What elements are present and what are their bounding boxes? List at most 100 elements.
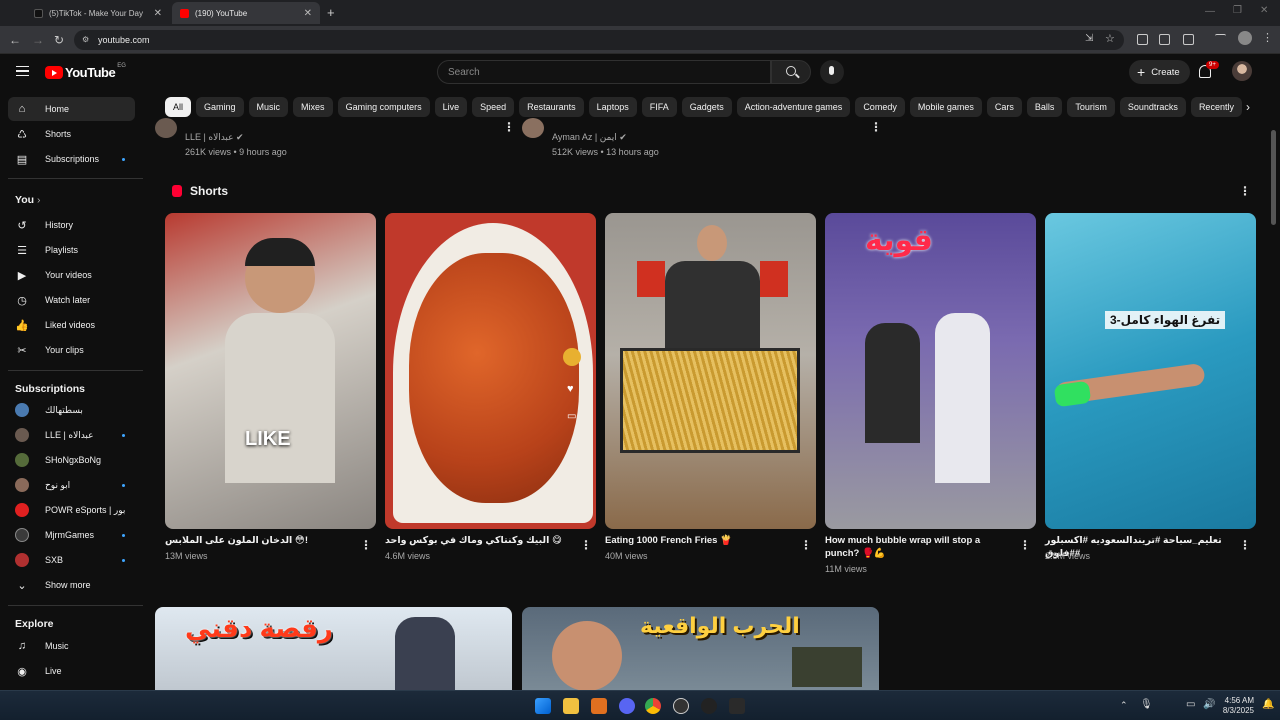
filter-chip[interactable]: Cars [986, 97, 1022, 117]
more-options-icon[interactable]: ⋮ [503, 120, 515, 134]
short-title[interactable]: البيك وكنتاكي وماك في بوكس واحد 😋 [385, 534, 575, 547]
sidebar-subscription[interactable]: POWR eSports | بور [8, 498, 135, 522]
more-options-icon[interactable]: ⋮ [1019, 538, 1031, 552]
sidebar-item-watch-later[interactable]: ◷ Watch later [8, 288, 135, 312]
short-title[interactable]: Eating 1000 French Fries 🍟 [605, 534, 795, 547]
you-heading[interactable]: You › [15, 194, 40, 206]
file-explorer-icon[interactable] [563, 698, 579, 714]
network-icon[interactable]: ▭ [1186, 699, 1195, 710]
voice-search-button[interactable] [820, 60, 844, 84]
profile-icon[interactable] [1238, 31, 1252, 45]
notification-center-icon[interactable]: 🔔 [1262, 699, 1274, 710]
create-button[interactable]: + Create [1129, 60, 1190, 84]
more-options-icon[interactable]: ⋮ [360, 538, 372, 552]
sidebar-item-music[interactable]: ♫ Music [8, 634, 135, 658]
more-options-icon[interactable]: ⋮ [800, 538, 812, 552]
maximize-icon[interactable]: ❐ [1233, 5, 1242, 16]
sidebar-subscription[interactable]: LLE | عبدالاه [8, 423, 135, 447]
filter-chip[interactable]: Soundtracks [1119, 97, 1186, 117]
sidebar-item-liked-videos[interactable]: 👍 Liked videos [8, 313, 135, 337]
channel-avatar[interactable] [155, 118, 177, 138]
back-icon[interactable]: ← [9, 33, 21, 47]
sidebar-item-playlists[interactable]: ☰ Playlists [8, 238, 135, 262]
filter-chip[interactable]: FIFA [641, 97, 677, 117]
media-control-icon[interactable] [1215, 34, 1226, 45]
reload-icon[interactable]: ↻ [54, 33, 64, 47]
filter-chip[interactable]: Music [248, 97, 289, 117]
short-title[interactable]: الدخان الملون على الملابس 😳! [165, 534, 355, 547]
steam-icon[interactable] [701, 698, 717, 714]
sidebar-subscription[interactable]: بسطتهالك [8, 398, 135, 422]
window-close-icon[interactable]: ✕ [1260, 5, 1268, 16]
extensions-puzzle-icon[interactable] [1183, 34, 1194, 45]
filter-chip[interactable]: Mobile games [909, 97, 982, 117]
search-button[interactable] [771, 60, 811, 84]
channel-name[interactable]: Ayman Az | ايمن ✔ [552, 132, 627, 143]
filter-chip[interactable]: Gadgets [681, 97, 732, 117]
forward-icon[interactable]: → [32, 33, 44, 47]
filter-chip[interactable]: Live [434, 97, 468, 117]
sidebar-item-live[interactable]: ◉ Live [8, 659, 135, 683]
youtube-logo[interactable]: YouTube EG [45, 63, 126, 80]
more-options-icon[interactable]: ⋮ [580, 538, 592, 552]
sidebar-item-shorts[interactable]: ♺ Shorts [8, 122, 135, 146]
discord-icon[interactable] [619, 698, 635, 714]
app-icon[interactable] [673, 698, 689, 714]
video-thumbnail[interactable]: رقصة دقني [155, 607, 512, 690]
channel-name[interactable]: LLE | عبدالاه ✔ [185, 132, 244, 143]
filter-chip[interactable]: Restaurants [519, 97, 584, 117]
filter-chip[interactable]: Gaming computers [337, 97, 430, 117]
microphone-icon[interactable]: 🎙 [1140, 699, 1153, 710]
account-avatar[interactable] [1232, 61, 1252, 81]
epic-games-icon[interactable] [729, 698, 745, 714]
minimize-icon[interactable]: — [1205, 6, 1215, 17]
show-more-button[interactable]: ⌄ Show more [8, 573, 135, 597]
filter-chip[interactable]: Tourism [1067, 97, 1115, 117]
more-options-icon[interactable]: ⋮ [1239, 184, 1251, 198]
filter-chip[interactable]: Laptops [588, 97, 637, 117]
short-thumbnail[interactable] [605, 213, 816, 529]
filter-chip[interactable]: Action-adventure games [736, 97, 851, 117]
sidebar-item-history[interactable]: ↺ History [8, 213, 135, 237]
new-tab-button[interactable]: + [327, 5, 335, 20]
filter-chip[interactable]: All [165, 97, 192, 117]
sidebar-item-your-videos[interactable]: ▶ Your videos [8, 263, 135, 287]
search-input[interactable]: Search [437, 60, 771, 84]
tab-tiktok[interactable]: (5)TikTok - Make Your Day ✕ [26, 2, 170, 24]
chevron-right-icon[interactable]: › [1246, 100, 1250, 114]
tab-youtube[interactable]: (190) YouTube ✕ [172, 2, 320, 24]
filter-chip[interactable]: Balls [1026, 97, 1063, 117]
close-tab-icon[interactable]: ✕ [154, 8, 162, 19]
menu-icon[interactable] [16, 66, 29, 76]
sidebar-subscription[interactable]: SXB [8, 548, 135, 572]
install-icon[interactable]: ⇲ [1085, 33, 1093, 44]
windows-start-icon[interactable] [535, 698, 551, 714]
sidebar-subscription[interactable]: ابو نوح [8, 473, 135, 497]
channel-avatar[interactable] [522, 118, 544, 138]
filter-chip[interactable]: Recently [1190, 97, 1242, 117]
browser-menu-icon[interactable]: ⋮ [1262, 31, 1273, 44]
filter-chip[interactable]: Mixes [293, 97, 333, 117]
video-thumbnail[interactable]: الحرب الواقعية [522, 607, 879, 690]
system-clock[interactable]: 4:56 AM 8/3/2025 [1223, 696, 1254, 716]
sidebar-item-subscriptions[interactable]: ▤ Subscriptions [8, 147, 135, 171]
short-title[interactable]: How much bubble wrap will stop a punch? … [825, 534, 1015, 560]
sidebar-subscription[interactable]: MjrmGames [8, 523, 135, 547]
filter-chip[interactable]: Gaming [196, 97, 244, 117]
app-icon[interactable] [591, 698, 607, 714]
page-scrollbar[interactable] [1271, 130, 1276, 225]
short-thumbnail[interactable]: قوية [825, 213, 1036, 529]
sidebar-item-home[interactable]: ⌂ Home [8, 97, 135, 121]
bookmark-star-icon[interactable]: ☆ [1105, 32, 1115, 45]
short-thumbnail[interactable]: ♥ ▭ [385, 213, 596, 529]
close-tab-icon[interactable]: ✕ [304, 8, 312, 19]
chrome-icon[interactable] [645, 698, 661, 714]
filter-chip[interactable]: Speed [472, 97, 515, 117]
more-options-icon[interactable]: ⋮ [1239, 538, 1251, 552]
short-thumbnail[interactable]: 3-تفرغ الهواء كامل [1045, 213, 1256, 529]
chevron-up-icon[interactable]: ⌃ [1120, 700, 1128, 711]
short-thumbnail[interactable]: LIKE [165, 213, 376, 529]
sidebar-item-your-clips[interactable]: ✂ Your clips [8, 338, 135, 362]
site-info-icon[interactable]: ⚙ [82, 35, 89, 44]
volume-icon[interactable]: 🔊 [1203, 699, 1215, 710]
